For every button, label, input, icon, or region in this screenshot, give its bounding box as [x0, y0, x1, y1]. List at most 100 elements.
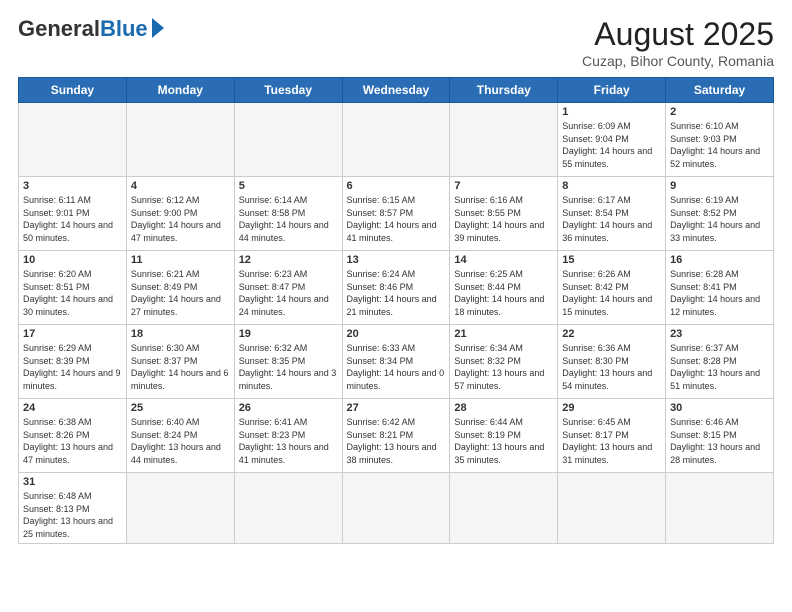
calendar-cell: 8 Sunrise: 6:17 AM Sunset: 8:54 PM Daylig… — [558, 177, 666, 251]
logo-general-text: General — [18, 16, 100, 42]
day-info: Sunrise: 6:24 AM Sunset: 8:46 PM Dayligh… — [347, 268, 446, 318]
week-row-4: 24Sunrise: 6:38 AM Sunset: 8:26 PM Dayli… — [19, 399, 774, 473]
day-number: 7 — [454, 180, 553, 192]
location: Cuzap, Bihor County, Romania — [582, 53, 774, 69]
title-area: August 2025 Cuzap, Bihor County, Romania — [582, 16, 774, 69]
day-info: Sunrise: 6:45 AM Sunset: 8:17 PM Dayligh… — [562, 416, 661, 466]
calendar-cell — [126, 473, 234, 544]
day-number: 20 — [347, 328, 446, 340]
weekday-header-thursday: Thursday — [450, 78, 558, 103]
logo-blue-text: Blue — [100, 16, 148, 42]
day-number: 14 — [454, 254, 553, 266]
day-info: Sunrise: 6:23 AM Sunset: 8:47 PM Dayligh… — [239, 268, 338, 318]
day-number: 12 — [239, 254, 338, 266]
day-number: 8 — [562, 180, 661, 192]
day-number: 6 — [347, 180, 446, 192]
week-row-1: 3 Sunrise: 6:11 AM Sunset: 9:01 PM Daylig… — [19, 177, 774, 251]
day-number: 4 — [131, 180, 230, 192]
day-info: Sunrise: 6:40 AM Sunset: 8:24 PM Dayligh… — [131, 416, 230, 466]
calendar-cell: 26 Sunrise: 6:41 AM Sunset: 8:23 PM Dayli… — [234, 399, 342, 473]
calendar-page: General Blue August 2025 Cuzap, Bihor Co… — [0, 0, 792, 554]
calendar-cell: 10Sunrise: 6:20 AM Sunset: 8:51 PM Dayli… — [19, 251, 127, 325]
day-number: 10 — [23, 254, 122, 266]
calendar-cell: 31 Sunrise: 6:48 AM Sunset: 8:13 PM Dayli… — [19, 473, 127, 544]
day-info: Sunrise: 6:28 AM Sunset: 8:41 PM Dayligh… — [670, 268, 769, 318]
day-number: 11 — [131, 254, 230, 266]
day-number: 26 — [239, 402, 338, 414]
calendar-cell: 19 Sunrise: 6:32 AM Sunset: 8:35 PM Dayli… — [234, 325, 342, 399]
weekday-header-monday: Monday — [126, 78, 234, 103]
day-number: 19 — [239, 328, 338, 340]
calendar-cell: 5Sunrise: 6:14 AM Sunset: 8:58 PM Daylig… — [234, 177, 342, 251]
week-row-3: 17 Sunrise: 6:29 AM Sunset: 8:39 PM Dayli… — [19, 325, 774, 399]
day-number: 29 — [562, 402, 661, 414]
day-info: Sunrise: 6:29 AM Sunset: 8:39 PM Dayligh… — [23, 342, 122, 392]
calendar-cell: 27Sunrise: 6:42 AM Sunset: 8:21 PM Dayli… — [342, 399, 450, 473]
calendar-cell: 13Sunrise: 6:24 AM Sunset: 8:46 PM Dayli… — [342, 251, 450, 325]
calendar-cell — [234, 103, 342, 177]
day-info: Sunrise: 6:25 AM Sunset: 8:44 PM Dayligh… — [454, 268, 553, 318]
day-info: Sunrise: 6:46 AM Sunset: 8:15 PM Dayligh… — [670, 416, 769, 466]
calendar-cell: 12 Sunrise: 6:23 AM Sunset: 8:47 PM Dayli… — [234, 251, 342, 325]
day-info: Sunrise: 6:19 AM Sunset: 8:52 PM Dayligh… — [670, 194, 769, 244]
day-number: 30 — [670, 402, 769, 414]
day-number: 17 — [23, 328, 122, 340]
day-number: 1 — [562, 106, 661, 118]
calendar-cell — [19, 103, 127, 177]
day-number: 27 — [347, 402, 446, 414]
calendar-cell: 7 Sunrise: 6:16 AM Sunset: 8:55 PM Daylig… — [450, 177, 558, 251]
day-info: Sunrise: 6:36 AM Sunset: 8:30 PM Dayligh… — [562, 342, 661, 392]
day-number: 18 — [131, 328, 230, 340]
calendar-cell: 9Sunrise: 6:19 AM Sunset: 8:52 PM Daylig… — [666, 177, 774, 251]
day-info: Sunrise: 6:26 AM Sunset: 8:42 PM Dayligh… — [562, 268, 661, 318]
day-info: Sunrise: 6:32 AM Sunset: 8:35 PM Dayligh… — [239, 342, 338, 392]
day-info: Sunrise: 6:48 AM Sunset: 8:13 PM Dayligh… — [23, 490, 122, 540]
calendar-cell: 30 Sunrise: 6:46 AM Sunset: 8:15 PM Dayli… — [666, 399, 774, 473]
day-info: Sunrise: 6:10 AM Sunset: 9:03 PM Dayligh… — [670, 120, 769, 170]
day-number: 31 — [23, 476, 122, 488]
day-info: Sunrise: 6:12 AM Sunset: 9:00 PM Dayligh… — [131, 194, 230, 244]
weekday-header-saturday: Saturday — [666, 78, 774, 103]
day-info: Sunrise: 6:16 AM Sunset: 8:55 PM Dayligh… — [454, 194, 553, 244]
calendar-cell: 24Sunrise: 6:38 AM Sunset: 8:26 PM Dayli… — [19, 399, 127, 473]
calendar-cell: 16 Sunrise: 6:28 AM Sunset: 8:41 PM Dayli… — [666, 251, 774, 325]
calendar-cell: 15 Sunrise: 6:26 AM Sunset: 8:42 PM Dayli… — [558, 251, 666, 325]
day-number: 22 — [562, 328, 661, 340]
weekday-header-friday: Friday — [558, 78, 666, 103]
day-number: 28 — [454, 402, 553, 414]
day-info: Sunrise: 6:21 AM Sunset: 8:49 PM Dayligh… — [131, 268, 230, 318]
weekday-header-wednesday: Wednesday — [342, 78, 450, 103]
weekday-header-tuesday: Tuesday — [234, 78, 342, 103]
calendar-cell: 6Sunrise: 6:15 AM Sunset: 8:57 PM Daylig… — [342, 177, 450, 251]
header: General Blue August 2025 Cuzap, Bihor Co… — [18, 16, 774, 69]
day-number: 5 — [239, 180, 338, 192]
calendar-cell — [126, 103, 234, 177]
calendar-cell: 3 Sunrise: 6:11 AM Sunset: 9:01 PM Daylig… — [19, 177, 127, 251]
day-number: 15 — [562, 254, 661, 266]
day-info: Sunrise: 6:17 AM Sunset: 8:54 PM Dayligh… — [562, 194, 661, 244]
week-row-2: 10Sunrise: 6:20 AM Sunset: 8:51 PM Dayli… — [19, 251, 774, 325]
day-info: Sunrise: 6:30 AM Sunset: 8:37 PM Dayligh… — [131, 342, 230, 392]
calendar-cell: 18 Sunrise: 6:30 AM Sunset: 8:37 PM Dayli… — [126, 325, 234, 399]
calendar-cell: 14 Sunrise: 6:25 AM Sunset: 8:44 PM Dayli… — [450, 251, 558, 325]
calendar-cell — [342, 103, 450, 177]
day-number: 23 — [670, 328, 769, 340]
calendar-cell: 2 Sunrise: 6:10 AM Sunset: 9:03 PM Daylig… — [666, 103, 774, 177]
calendar-cell — [666, 473, 774, 544]
day-info: Sunrise: 6:41 AM Sunset: 8:23 PM Dayligh… — [239, 416, 338, 466]
day-info: Sunrise: 6:11 AM Sunset: 9:01 PM Dayligh… — [23, 194, 122, 244]
logo: General Blue — [18, 16, 164, 42]
week-row-5: 31 Sunrise: 6:48 AM Sunset: 8:13 PM Dayli… — [19, 473, 774, 544]
calendar-cell — [342, 473, 450, 544]
day-info: Sunrise: 6:44 AM Sunset: 8:19 PM Dayligh… — [454, 416, 553, 466]
day-number: 2 — [670, 106, 769, 118]
calendar-cell: 28 Sunrise: 6:44 AM Sunset: 8:19 PM Dayli… — [450, 399, 558, 473]
day-number: 16 — [670, 254, 769, 266]
day-number: 3 — [23, 180, 122, 192]
weekday-header-row: SundayMondayTuesdayWednesdayThursdayFrid… — [19, 78, 774, 103]
day-info: Sunrise: 6:33 AM Sunset: 8:34 PM Dayligh… — [347, 342, 446, 392]
day-info: Sunrise: 6:38 AM Sunset: 8:26 PM Dayligh… — [23, 416, 122, 466]
day-info: Sunrise: 6:37 AM Sunset: 8:28 PM Dayligh… — [670, 342, 769, 392]
calendar-cell: 21Sunrise: 6:34 AM Sunset: 8:32 PM Dayli… — [450, 325, 558, 399]
day-info: Sunrise: 6:34 AM Sunset: 8:32 PM Dayligh… — [454, 342, 553, 392]
